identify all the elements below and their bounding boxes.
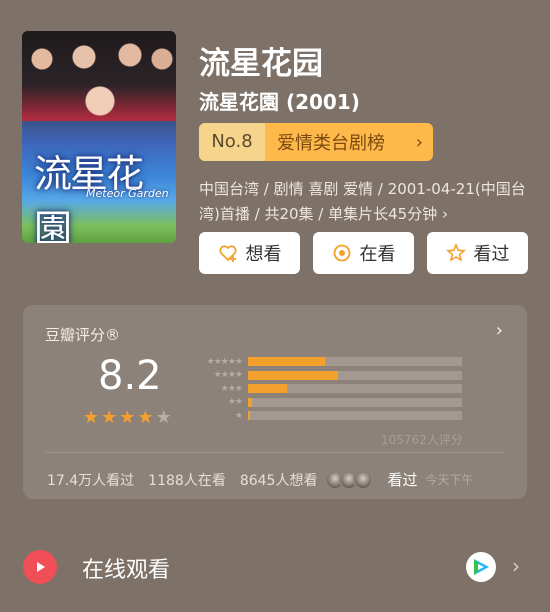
heart-plus-icon	[218, 245, 237, 262]
video-platform-icon	[466, 552, 496, 582]
distribution-row: ★	[193, 409, 462, 423]
rating-distribution: ★★★★★ ★★★★ ★★★ ★★ ★	[193, 355, 462, 423]
distribution-bar	[248, 411, 251, 421]
meta-info[interactable]: 中国台湾 / 剧情 喜剧 爱情 / 2001-04-21(中国台湾)首播 / 共…	[199, 177, 529, 227]
chevron-right-icon: ›	[512, 554, 520, 578]
poster-cast-photo	[22, 31, 176, 121]
friends-seen-time: 今天下午	[425, 473, 474, 487]
watched-label: 看过	[473, 244, 510, 265]
distribution-track	[248, 384, 462, 394]
star-empty-icon: ★	[155, 407, 172, 428]
friends-seen-label: 看过	[387, 471, 418, 489]
watching-count: 1188人在看	[148, 472, 226, 489]
distribution-bar	[248, 370, 338, 380]
page-title: 流星花园	[199, 46, 323, 82]
star-filled-icon: ★	[101, 407, 118, 428]
original-title: 流星花園 (2001)	[199, 90, 360, 114]
watching-label: 在看	[359, 244, 396, 265]
distribution-track	[248, 370, 462, 380]
distribution-bar	[248, 397, 253, 407]
watched-button[interactable]: 看过	[427, 232, 528, 274]
play-icon	[23, 550, 57, 584]
distribution-track	[248, 357, 462, 367]
watched-count: 17.4万人看过	[47, 472, 135, 489]
poster-image[interactable]: 流星花園 Meteor Garden	[22, 31, 176, 243]
friend-avatars[interactable]	[325, 469, 374, 490]
rating-stars: ★ ★ ★ ★ ★	[83, 409, 172, 427]
header: 流星花園 Meteor Garden 流星花园 流星花園 (2001) No.8…	[0, 0, 550, 274]
distribution-row: ★★★	[193, 382, 462, 396]
target-icon	[333, 244, 350, 262]
distribution-stars: ★★★★★	[206, 356, 243, 367]
watch-online-label: 在线观看	[82, 558, 171, 583]
rating-score: 8.2	[98, 353, 162, 399]
chevron-right-icon: ›	[415, 132, 423, 153]
avatar	[353, 469, 374, 490]
distribution-stars: ★★★	[220, 383, 243, 394]
distribution-track	[248, 411, 462, 421]
rank-number: No.8	[199, 123, 265, 161]
distribution-bar	[248, 384, 287, 394]
want-button[interactable]: 想看	[199, 232, 300, 274]
poster-subtitle: Meteor Garden	[86, 187, 169, 200]
star-filled-icon: ★	[119, 407, 136, 428]
distribution-stars: ★	[234, 410, 243, 421]
distribution-track	[248, 397, 462, 407]
star-filled-icon: ★	[137, 407, 154, 428]
distribution-row: ★★★★	[193, 369, 462, 383]
distribution-row: ★★★★★	[193, 355, 462, 369]
distribution-stars: ★★★★	[213, 370, 243, 381]
distribution-stars: ★★	[227, 397, 243, 408]
rank-label: 爱情类台剧榜	[277, 133, 385, 154]
audience-stats: 17.4万人看过 1188人在看 8645人想看 看过 今天下午	[47, 469, 473, 490]
star-outline-icon	[445, 243, 466, 262]
distribution-row: ★★	[193, 396, 462, 410]
distribution-bar	[248, 357, 326, 367]
divider	[45, 452, 505, 453]
action-buttons: 想看 在看 看过	[199, 232, 528, 274]
star-filled-icon: ★	[83, 407, 100, 428]
chevron-right-icon: ›	[495, 320, 503, 341]
want-label: 想看	[245, 244, 282, 265]
rating-card[interactable]: 豆瓣评分® › 8.2 ★ ★ ★ ★ ★ ★★★★★ ★★★★ ★★★ ★★ ★ 105762…	[23, 305, 527, 499]
vote-count: 105762人评分	[381, 433, 463, 447]
rank-badge[interactable]: No.8 爱情类台剧榜 ›	[199, 123, 433, 161]
want-count: 8645人想看	[239, 472, 318, 489]
rating-card-title: 豆瓣评分®	[45, 326, 121, 344]
watch-online-row[interactable]: 在线观看 ›	[0, 548, 550, 588]
watching-button[interactable]: 在看	[313, 232, 414, 274]
